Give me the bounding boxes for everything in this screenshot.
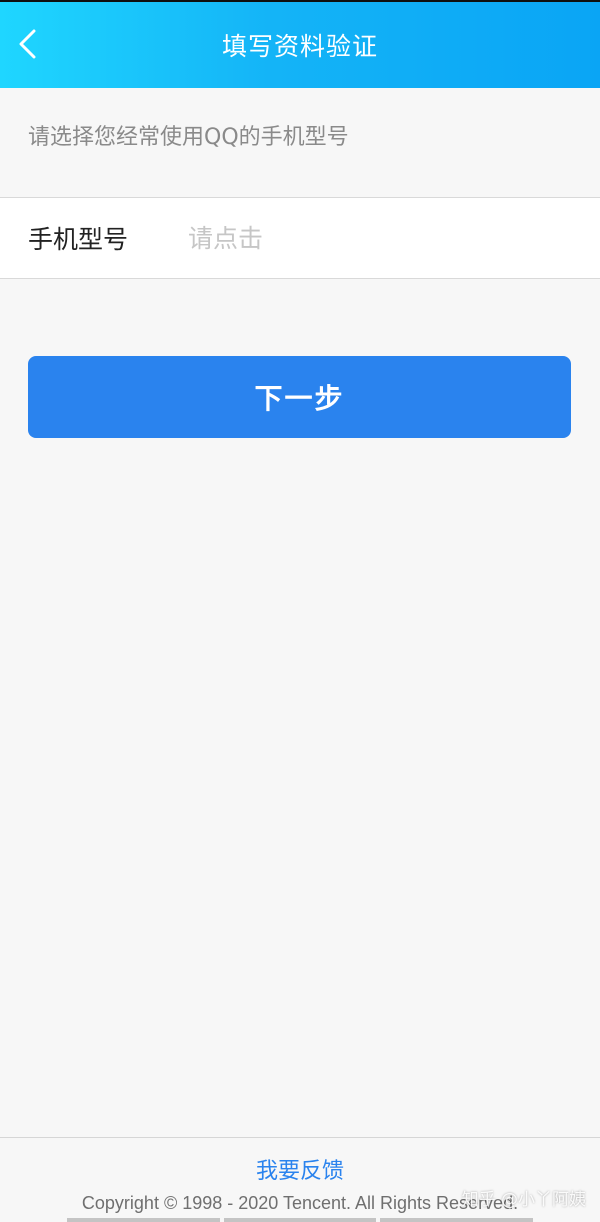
- footer-divider: [0, 1137, 600, 1138]
- bottom-bar-segment: [380, 1218, 534, 1222]
- phone-model-input[interactable]: [188, 218, 568, 258]
- page-title: 填写资料验证: [221, 32, 378, 61]
- phone-model-label: 手机型号: [28, 225, 129, 254]
- bottom-bar-segment: [223, 1218, 377, 1222]
- next-button[interactable]: 下一步: [28, 356, 571, 438]
- phone-model-row[interactable]: 手机型号: [0, 197, 600, 279]
- nav-header: 填写资料验证: [0, 0, 600, 88]
- bottom-bar-segment: [67, 1218, 220, 1222]
- watermark: 知乎 @小丫阿姨: [461, 1190, 586, 1210]
- feedback-link[interactable]: 我要反馈: [0, 1153, 600, 1185]
- instruction-text: 请选择您经常使用QQ的手机型号: [28, 125, 349, 150]
- bottom-bars: [67, 1218, 534, 1222]
